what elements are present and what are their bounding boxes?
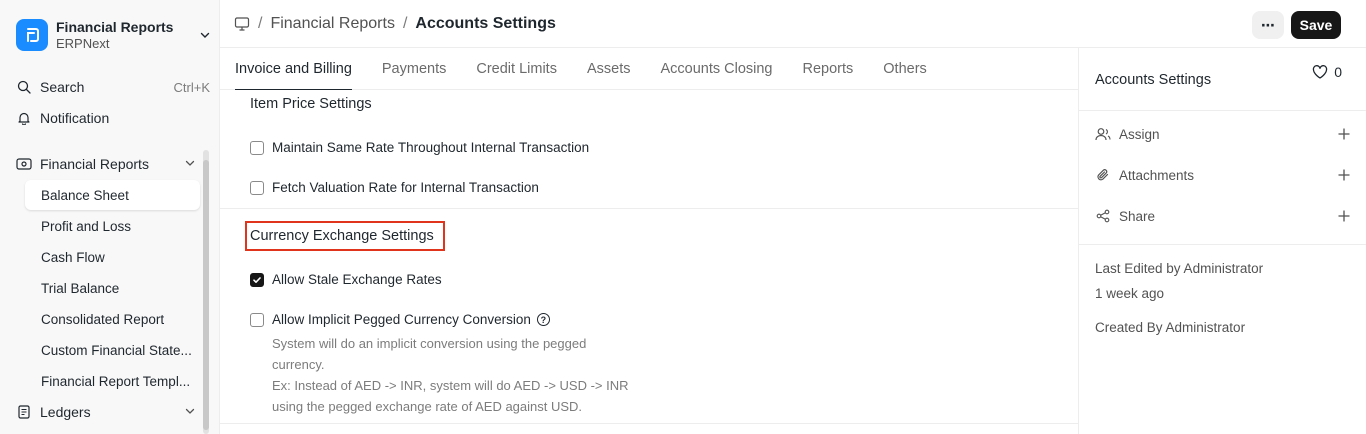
created-by: Created By Administrator <box>1095 320 1246 335</box>
pegged-conversion-description: System will do an implicit conversion us… <box>272 333 632 417</box>
section-divider <box>220 208 1078 209</box>
pegged-desc-line-2: Ex: Instead of AED -> INR, system will d… <box>272 378 629 414</box>
last-edited-by: Last Edited by Administrator <box>1095 261 1264 276</box>
search-shortcut: Ctrl+K <box>173 79 210 95</box>
tab-invoice-and-billing[interactable]: Invoice and Billing <box>235 48 352 90</box>
allow-pegged-conversion-field[interactable]: Allow Implicit Pegged Currency Conversio… <box>250 312 550 327</box>
heart-icon <box>1312 65 1328 79</box>
paperclip-icon <box>1095 167 1111 183</box>
add-icon[interactable] <box>1337 209 1351 223</box>
like-count: 0 <box>1334 64 1342 80</box>
bell-icon <box>16 110 32 126</box>
share-icon <box>1095 208 1111 224</box>
last-edited-time: 1 week ago <box>1095 286 1165 301</box>
doc-title: Accounts Settings <box>1095 72 1212 88</box>
sidebar-notification-label: Notification <box>40 110 110 126</box>
breadcrumb-parent[interactable]: Financial Reports <box>270 15 395 33</box>
fetch-valuation-rate-checkbox[interactable] <box>250 180 264 195</box>
sidebar: Financial Reports ERPNext Search Ctrl+K … <box>0 0 220 434</box>
sidebar-ledgers-label: Ledgers <box>40 404 91 420</box>
add-icon[interactable] <box>1337 127 1351 141</box>
fetch-valuation-rate-field[interactable]: Fetch Valuation Rate for Internal Transa… <box>250 180 539 195</box>
save-button[interactable]: Save <box>1291 11 1341 39</box>
breadcrumb-separator: / <box>258 14 263 32</box>
allow-pegged-conversion-checkbox[interactable] <box>250 312 264 327</box>
sidebar-item-cash-flow[interactable]: Cash Flow <box>25 242 200 272</box>
settings-tabs: Invoice and Billing Payments Credit Limi… <box>220 48 1078 90</box>
share-row[interactable]: Share <box>1095 204 1351 228</box>
sidebar-item-profit-and-loss[interactable]: Profit and Loss <box>25 211 200 241</box>
sidebar-search[interactable]: Search Ctrl+K <box>16 73 210 101</box>
sidebar-item-financial-report-template[interactable]: Financial Report Templ... <box>25 366 200 396</box>
section-divider <box>220 423 1078 424</box>
sidebar-right-panel: Accounts Settings 0 Assign Attachments S… <box>1078 48 1366 434</box>
maintain-same-rate-checkbox[interactable] <box>250 140 264 155</box>
topbar: / Financial Reports / Accounts Settings … <box>220 0 1366 48</box>
sidebar-item-trial-balance[interactable]: Trial Balance <box>25 273 200 303</box>
sidebar-section-ledgers[interactable]: Ledgers <box>16 398 196 426</box>
fetch-valuation-rate-label: Fetch Valuation Rate for Internal Transa… <box>272 180 539 195</box>
assign-label: Assign <box>1119 126 1160 142</box>
panel-divider <box>1079 110 1366 111</box>
user-icon <box>1095 126 1111 142</box>
tab-others[interactable]: Others <box>883 48 927 89</box>
share-label: Share <box>1119 208 1156 224</box>
desktop-icon[interactable] <box>234 16 250 32</box>
chevron-down-icon <box>184 404 196 420</box>
sidebar-scrollbar-thumb[interactable] <box>203 160 209 430</box>
app-switcher[interactable]: Financial Reports ERPNext <box>16 14 212 56</box>
sidebar-section-label: Financial Reports <box>40 156 149 172</box>
attachments-label: Attachments <box>1119 167 1195 183</box>
tab-credit-limits[interactable]: Credit Limits <box>476 48 557 89</box>
tab-reports[interactable]: Reports <box>803 48 854 89</box>
section-title-currency-exchange: Currency Exchange Settings <box>250 228 434 244</box>
sidebar-notification[interactable]: Notification <box>16 104 210 132</box>
more-icon: ⋯ <box>1261 16 1275 33</box>
attachments-row[interactable]: Attachments <box>1095 163 1351 187</box>
section-title-item-price: Item Price Settings <box>250 96 372 112</box>
allow-pegged-conversion-label: Allow Implicit Pegged Currency Conversio… <box>272 312 531 327</box>
pegged-desc-line-1: System will do an implicit conversion us… <box>272 336 587 372</box>
tab-assets[interactable]: Assets <box>587 48 631 89</box>
report-icon <box>16 156 32 172</box>
help-icon[interactable]: ? <box>536 313 550 326</box>
checkmark-icon <box>253 276 261 283</box>
ledger-icon <box>16 404 32 420</box>
sidebar-item-custom-financial-statement[interactable]: Custom Financial State... <box>25 335 200 365</box>
settings-form: Item Price Settings Maintain Same Rate T… <box>220 90 1078 434</box>
app-subtitle: ERPNext <box>56 36 110 51</box>
sidebar-search-label: Search <box>40 79 85 95</box>
tab-payments[interactable]: Payments <box>382 48 446 89</box>
add-icon[interactable] <box>1337 168 1351 182</box>
allow-stale-rates-checkbox[interactable] <box>250 272 264 287</box>
allow-stale-rates-label: Allow Stale Exchange Rates <box>272 272 442 287</box>
app-title: Financial Reports <box>56 19 174 35</box>
more-actions-button[interactable]: ⋯ <box>1252 11 1284 39</box>
maintain-same-rate-field[interactable]: Maintain Same Rate Throughout Internal T… <box>250 140 589 155</box>
breadcrumb: / Financial Reports / Accounts Settings <box>234 15 556 33</box>
sidebar-section-financial-reports[interactable]: Financial Reports <box>16 150 196 178</box>
panel-divider <box>1079 244 1366 245</box>
maintain-same-rate-label: Maintain Same Rate Throughout Internal T… <box>272 140 590 155</box>
sidebar-item-balance-sheet[interactable]: Balance Sheet <box>25 180 200 210</box>
search-icon <box>16 79 32 95</box>
tab-accounts-closing[interactable]: Accounts Closing <box>660 48 772 89</box>
breadcrumb-separator: / <box>402 14 408 32</box>
allow-stale-rates-field[interactable]: Allow Stale Exchange Rates <box>250 272 442 287</box>
assign-row[interactable]: Assign <box>1095 122 1351 146</box>
chevron-down-icon <box>198 28 212 42</box>
like-button[interactable]: 0 <box>1312 64 1342 80</box>
sidebar-item-consolidated-report[interactable]: Consolidated Report <box>25 304 200 334</box>
chevron-down-icon <box>184 156 196 172</box>
page-title: Accounts Settings <box>415 14 556 32</box>
app-logo-icon <box>16 19 48 51</box>
